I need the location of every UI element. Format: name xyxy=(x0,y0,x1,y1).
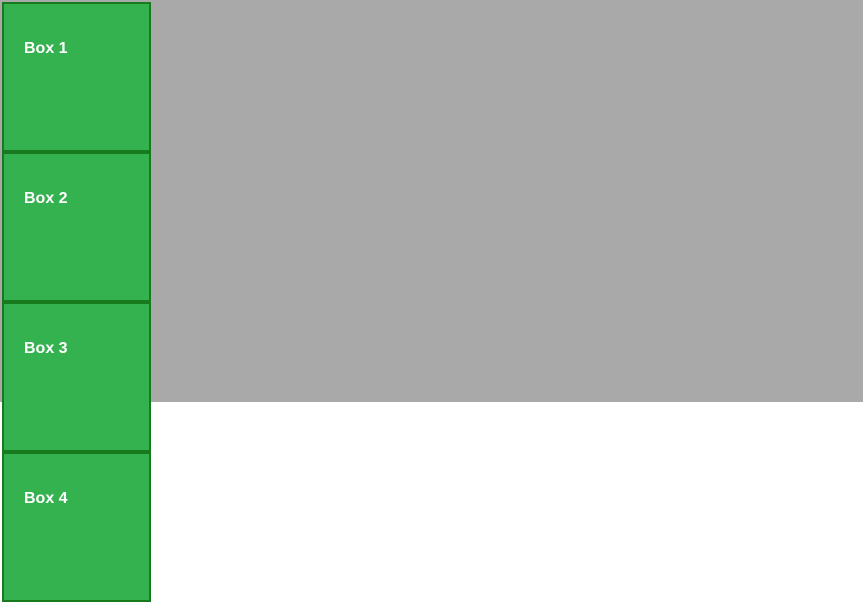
page: Box 1 Box 2 Box 3 Box 4 xyxy=(0,0,863,611)
box-2: Box 2 xyxy=(2,152,151,302)
box-1: Box 1 xyxy=(2,2,151,152)
box-4: Box 4 xyxy=(2,452,151,602)
box-3: Box 3 xyxy=(2,302,151,452)
box-stack: Box 1 Box 2 Box 3 Box 4 xyxy=(2,2,151,602)
